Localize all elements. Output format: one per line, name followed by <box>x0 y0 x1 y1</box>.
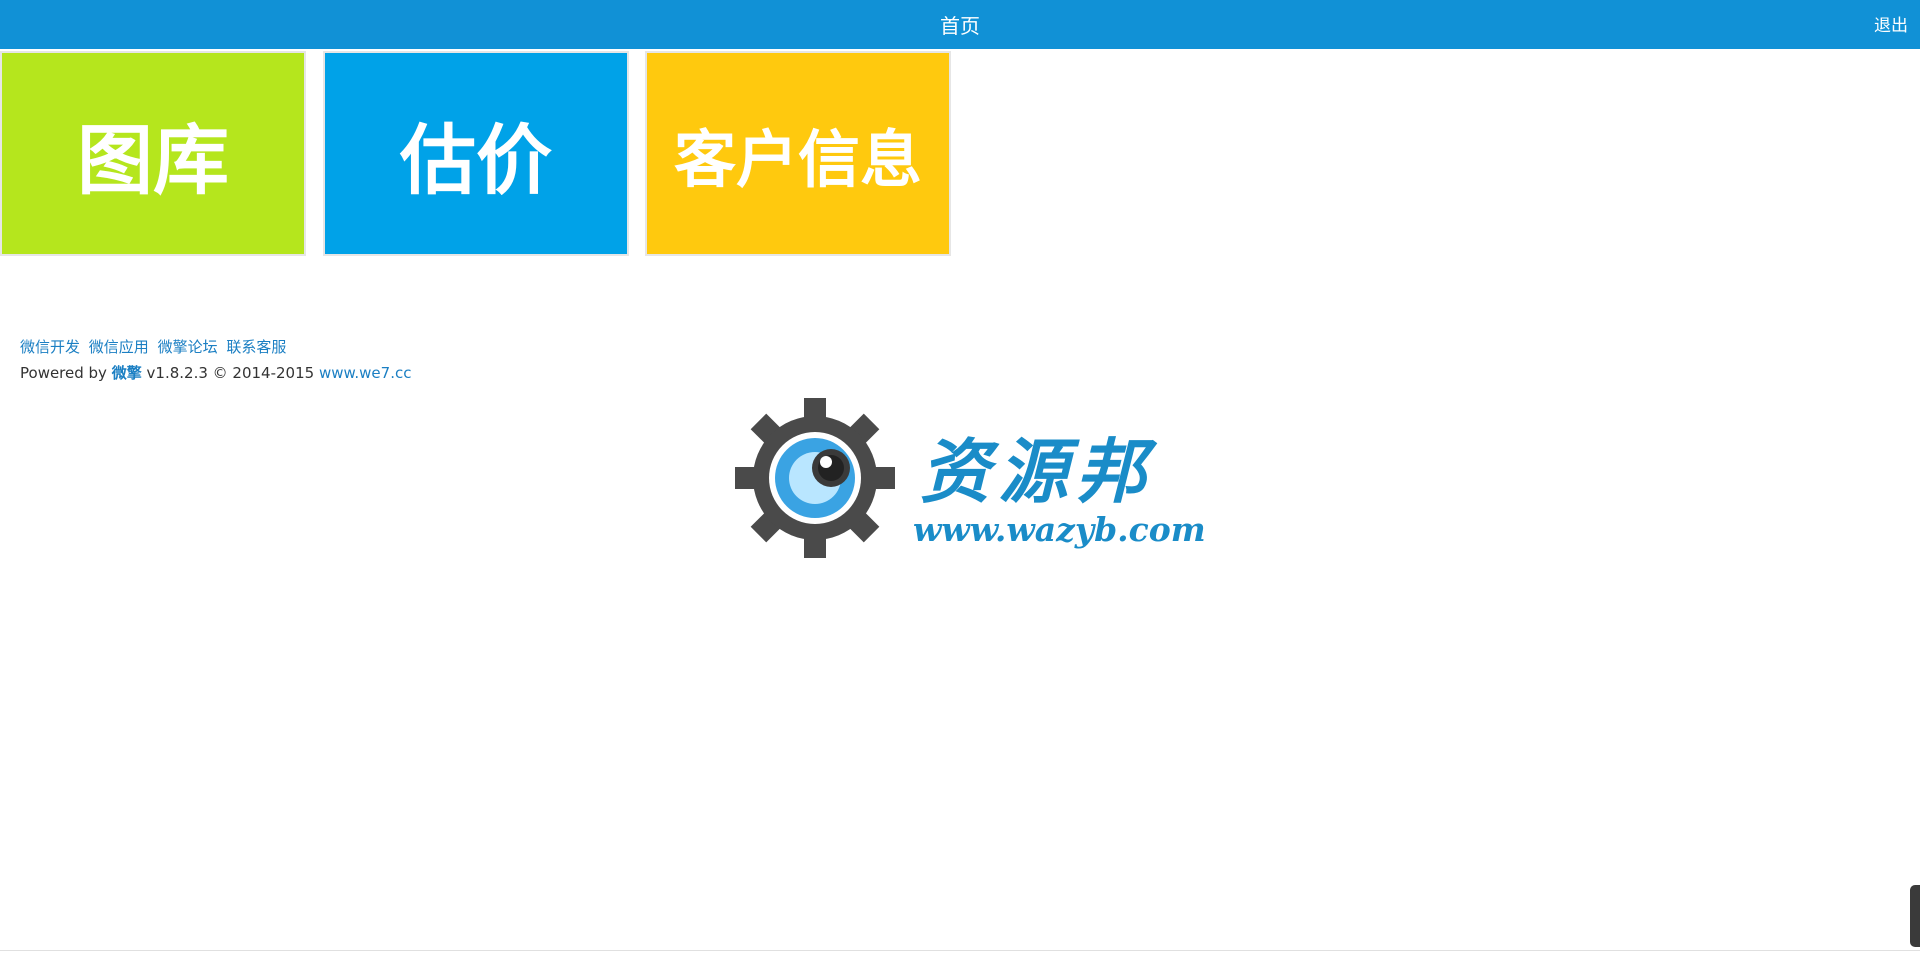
site-link[interactable]: www.we7.cc <box>319 364 412 382</box>
watermark-url: www.wazyb.com <box>913 510 1206 549</box>
bottom-divider <box>0 950 1920 951</box>
side-scroll-handle[interactable] <box>1910 885 1920 947</box>
footer-link-support[interactable]: 联系客服 <box>226 338 286 356</box>
watermark-title: 资源邦 <box>920 430 1154 513</box>
tile-quote[interactable]: 估价 <box>323 51 629 256</box>
tile-customer-info[interactable]: 客户信息 <box>645 51 951 256</box>
footer-link-wechat-apps[interactable]: 微信应用 <box>89 338 149 356</box>
version-text: v1.8.2.3 © 2014-2015 <box>146 364 315 382</box>
tile-customer-info-label: 客户信息 <box>673 122 922 196</box>
brand-link[interactable]: 微擎 <box>112 364 142 382</box>
tile-gallery-label: 图库 <box>77 115 229 205</box>
footer-links: 微信开发 微信应用 微擎论坛 联系客服 <box>20 334 411 360</box>
footer-link-forum[interactable]: 微擎论坛 <box>158 338 218 356</box>
top-header: 首页 退出 <box>0 0 1920 49</box>
watermark: 资源邦 www.wazyb.com <box>735 398 1206 558</box>
logout-link[interactable]: 退出 <box>1874 0 1908 49</box>
tile-gallery[interactable]: 图库 <box>0 51 306 256</box>
powered-by-line: Powered by 微擎 v1.8.2.3 © 2014-2015 www.w… <box>20 360 411 386</box>
gear-eye-icon <box>735 398 895 558</box>
footer: 微信开发 微信应用 微擎论坛 联系客服 Powered by 微擎 v1.8.2… <box>20 334 411 386</box>
footer-link-wechat-dev[interactable]: 微信开发 <box>20 338 80 356</box>
powered-by-text: Powered by <box>20 364 107 382</box>
page-title: 首页 <box>940 14 980 38</box>
tile-quote-label: 估价 <box>400 115 552 205</box>
